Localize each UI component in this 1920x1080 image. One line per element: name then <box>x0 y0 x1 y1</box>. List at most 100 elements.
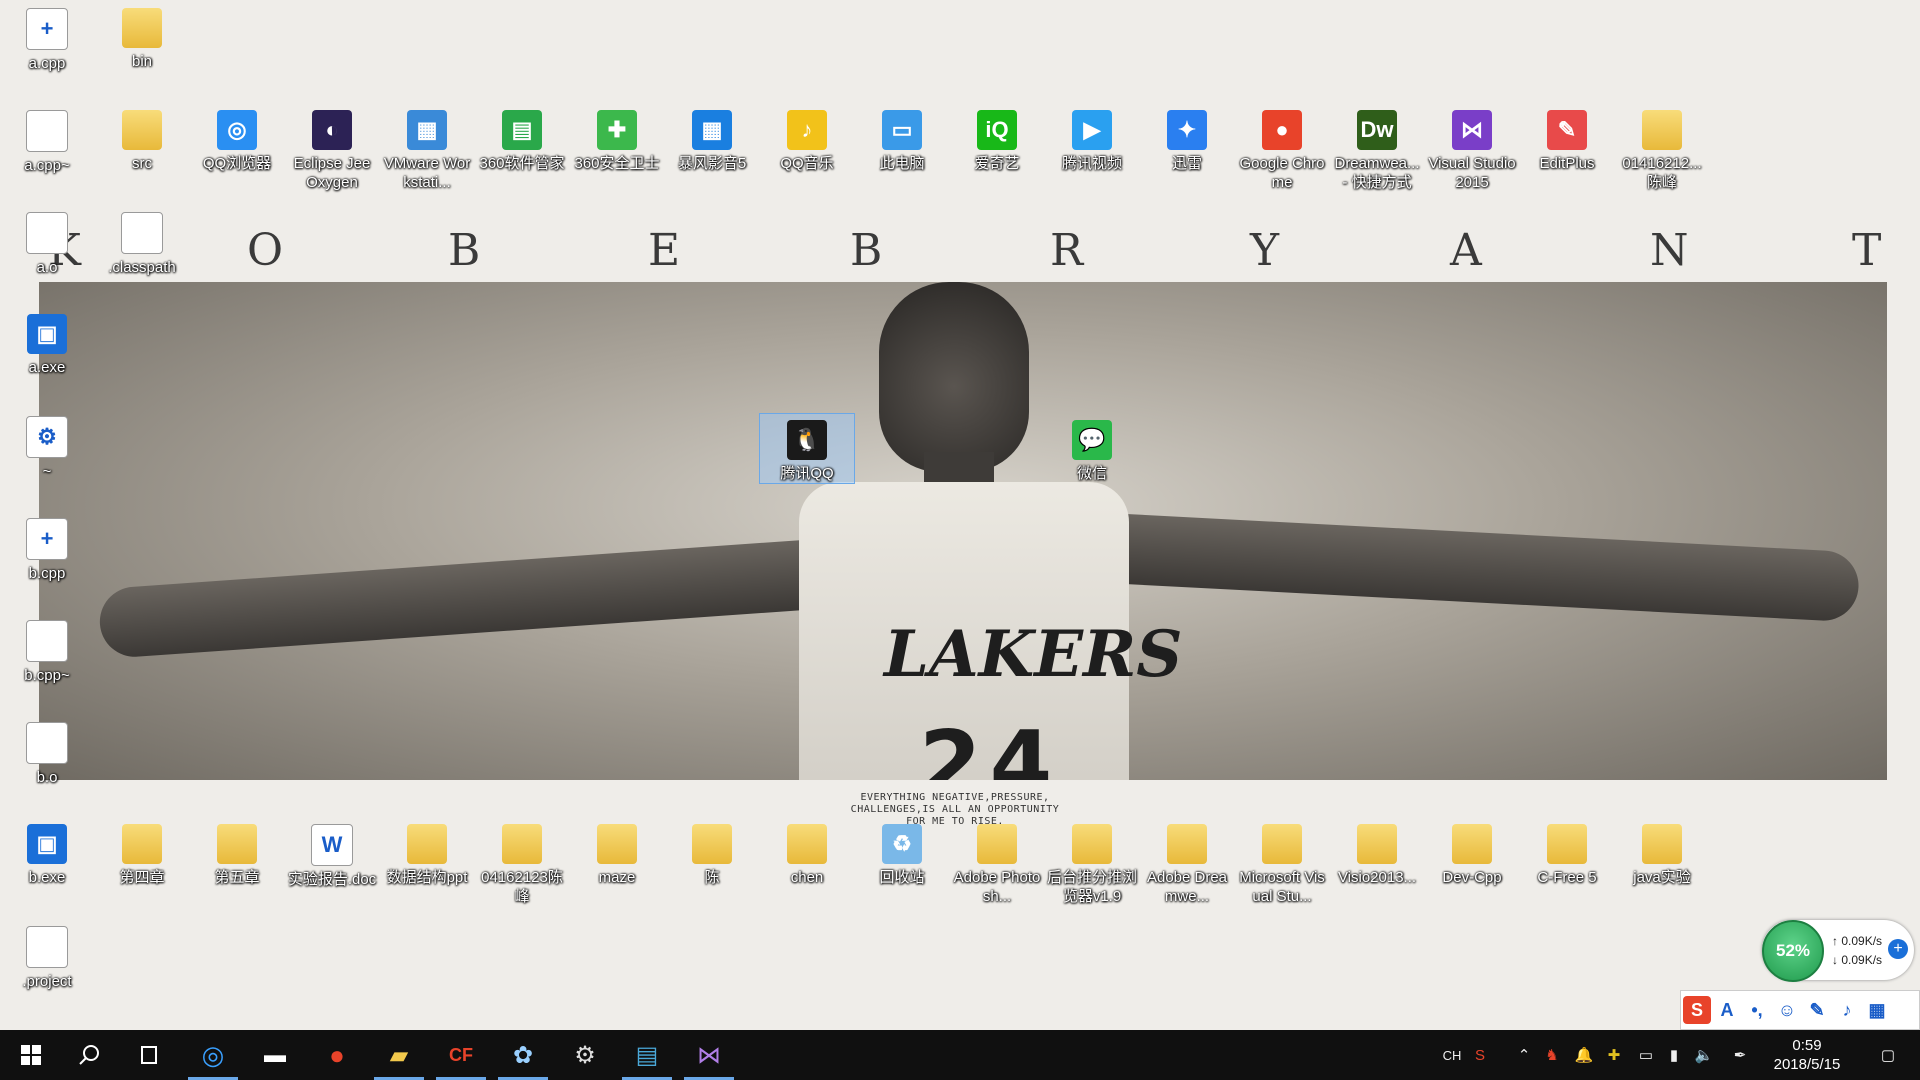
desktop-icon[interactable]: 💬 微信 <box>1045 414 1139 483</box>
desktop-icon[interactable]: b.cpp~ <box>0 614 94 685</box>
desktop-icon[interactable]: ▣ b.exe <box>0 818 94 887</box>
desktop-icon[interactable]: ⋈ Visual Studio 2015 <box>1425 104 1519 192</box>
taskbar-qq-browser[interactable]: ◎ <box>182 1030 244 1080</box>
desktop-icon[interactable]: ⚙ ~ <box>0 410 94 481</box>
desktop-icon[interactable]: 后台推分推浏览器v1.9 <box>1045 818 1139 906</box>
desktop-icon[interactable]: ◎ QQ浏览器 <box>190 104 284 173</box>
desktop-icon[interactable]: 01416212... 陈峰 <box>1615 104 1709 192</box>
ime-toolbar[interactable]: S A •, ☺ ✎ ♪ ▦ <box>1680 990 1920 1030</box>
desktop-icon[interactable]: ✎ EditPlus <box>1520 104 1614 173</box>
chrome-icon: ● <box>329 1039 345 1070</box>
desktop-icon[interactable]: .project <box>0 920 94 991</box>
desktop-icon[interactable]: Adobe Dreamwe... <box>1140 818 1234 906</box>
desktop-icon[interactable]: C-Free 5 <box>1520 818 1614 887</box>
desktop[interactable]: K O B E B R Y A N T LAKERS 24 EVERYTHING… <box>0 0 1920 1030</box>
show-hidden-icons-icon[interactable]: ⌃ <box>1512 1042 1536 1068</box>
desktop-icon[interactable]: b.o <box>0 716 94 787</box>
desktop-icon[interactable]: W 实验报告.doc <box>285 818 379 889</box>
wallpaper-letter: B <box>448 225 483 276</box>
desktop-icon[interactable]: Dw Dreamwea... - 快捷方式 <box>1330 104 1424 192</box>
pen-workspace-icon[interactable]: ✒ <box>1728 1042 1752 1068</box>
pen-icon[interactable]: ✎ <box>1803 996 1831 1024</box>
memory-percent-badge[interactable]: 52% <box>1762 920 1824 982</box>
folder-icon <box>122 824 162 864</box>
desktop-icon[interactable]: ▦ 暴风影音5 <box>665 104 759 173</box>
network-icon[interactable]: ▭ <box>1634 1042 1658 1068</box>
desktop-icon[interactable]: Visio2013... <box>1330 818 1424 887</box>
360-tray-icon[interactable]: ✚ <box>1602 1042 1626 1068</box>
desktop-icon[interactable]: a.cpp~ <box>0 104 94 175</box>
folder-icon <box>122 110 162 150</box>
clock[interactable]: 0:59 2018/5/15 <box>1752 1036 1862 1074</box>
desktop-icon[interactable]: ▤ 360软件管家 <box>475 104 569 173</box>
grid-menu-icon[interactable]: ▦ <box>1863 996 1891 1024</box>
sogou-icon[interactable]: S <box>1683 996 1711 1024</box>
battery-icon[interactable]: ▮ <box>1662 1042 1686 1068</box>
desktop-icon[interactable]: a.o <box>0 206 94 277</box>
antivirus-tray-icon[interactable]: ♞ <box>1540 1042 1564 1068</box>
network-monitor-widget[interactable]: 52% ↑ 0.09K/s ↓ 0.09K/s + <box>1762 920 1914 982</box>
search-button[interactable] <box>58 1030 120 1080</box>
ime-mode-icon[interactable]: A <box>1713 996 1741 1024</box>
emoji-icon[interactable]: ☺ <box>1773 996 1801 1024</box>
desktop-icon[interactable]: src <box>95 104 189 173</box>
desktop-icon[interactable]: ▭ 此电脑 <box>855 104 949 173</box>
notification-bell-icon[interactable]: 🔔 <box>1572 1042 1596 1068</box>
desktop-icon-label: Dreamwea... - 快捷方式 <box>1334 155 1420 191</box>
desktop-icon[interactable]: 04162123陈峰 <box>475 818 569 906</box>
desktop-icon[interactable]: Microsoft Visual Stu... <box>1235 818 1329 906</box>
taskbar-file-explorer[interactable]: ▰ <box>368 1030 430 1080</box>
start-button[interactable] <box>0 1030 62 1080</box>
plus-icon[interactable]: + <box>1888 939 1908 959</box>
taskbar-winrar[interactable]: ▤ <box>616 1030 678 1080</box>
desktop-icon[interactable]: + b.cpp <box>0 512 94 583</box>
desktop-icon-label: Dev-Cpp <box>1442 869 1502 886</box>
desktop-icon[interactable]: ▣ a.exe <box>0 308 94 377</box>
punctuation-icon[interactable]: •, <box>1743 996 1771 1024</box>
desktop-icon[interactable]: ✦ 迅雷 <box>1140 104 1234 173</box>
desktop-icon[interactable]: 数据结构ppt <box>380 818 474 887</box>
desktop-icon[interactable]: ▦ VMware Workstati... <box>380 104 474 192</box>
folder-icon <box>217 824 257 864</box>
taskbar-terminal[interactable]: ▬ <box>244 1030 306 1080</box>
ime-indicator[interactable]: CH <box>1440 1042 1464 1068</box>
desktop-icon-label: Adobe Photosh... <box>953 869 1041 905</box>
volume-icon[interactable]: 🔈 <box>1692 1042 1716 1068</box>
download-speed-value: 0.09K/s <box>1841 953 1883 967</box>
desktop-icon[interactable]: + a.cpp <box>0 2 94 73</box>
desktop-icon[interactable]: 🐧 腾讯QQ <box>759 413 855 484</box>
task-view-button[interactable] <box>118 1030 180 1080</box>
desktop-icon[interactable]: ◐ Eclipse Jee Oxygen <box>285 104 379 192</box>
desktop-icon[interactable]: iQ 爱奇艺 <box>950 104 1044 173</box>
desktop-icon[interactable]: Dev-Cpp <box>1425 818 1519 887</box>
taskbar-settings[interactable]: ⚙ <box>554 1030 616 1080</box>
clock-time: 0:59 <box>1792 1037 1822 1054</box>
taskbar-paint[interactable]: ✿ <box>492 1030 554 1080</box>
microphone-icon[interactable]: ♪ <box>1833 996 1861 1024</box>
task-view-icon <box>141 1046 157 1064</box>
desktop-icon[interactable]: 第四章 <box>95 818 189 887</box>
upload-speed-value: 0.09K/s <box>1841 934 1883 948</box>
desktop-icon[interactable]: chen <box>760 818 854 887</box>
sogou-tray-icon[interactable]: S <box>1468 1042 1492 1068</box>
desktop-icon[interactable]: maze <box>570 818 664 887</box>
desktop-icon[interactable]: ● Google Chrome <box>1235 104 1329 192</box>
this-pc-icon: ▭ <box>882 110 922 150</box>
file-explorer-icon: ▰ <box>389 1041 409 1069</box>
settings-icon: ⚙ <box>574 1041 596 1069</box>
desktop-icon[interactable]: ▶ 腾讯视频 <box>1045 104 1139 173</box>
desktop-icon[interactable]: ♻ 回收站 <box>855 818 949 887</box>
folder-icon <box>787 824 827 864</box>
desktop-icon[interactable]: 陈 <box>665 818 759 887</box>
action-center-icon[interactable]: ▢ <box>1868 1042 1908 1068</box>
desktop-icon[interactable]: .classpath <box>95 206 189 277</box>
desktop-icon[interactable]: Adobe Photosh... <box>950 818 1044 906</box>
taskbar-chrome[interactable]: ● <box>306 1030 368 1080</box>
desktop-icon[interactable]: java实验 <box>1615 818 1709 887</box>
desktop-icon[interactable]: ♪ QQ音乐 <box>760 104 854 173</box>
desktop-icon[interactable]: bin <box>95 2 189 71</box>
desktop-icon[interactable]: 第五章 <box>190 818 284 887</box>
desktop-icon[interactable]: ✚ 360安全卫士 <box>570 104 664 173</box>
taskbar-visual-studio[interactable]: ⋈ <box>678 1030 740 1080</box>
taskbar-cfree[interactable]: CF <box>430 1030 492 1080</box>
